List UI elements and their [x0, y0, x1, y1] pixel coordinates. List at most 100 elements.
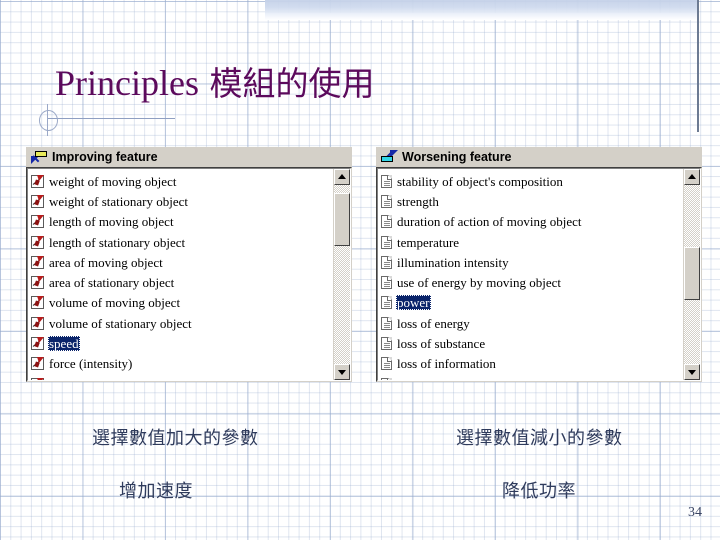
list-item[interactable]: area of moving object — [31, 252, 333, 272]
page-title: Principles 模組的使用 — [55, 60, 374, 107]
worsening-feature-list[interactable]: stability of object's composition streng… — [378, 169, 683, 380]
list-item[interactable]: length of moving object — [31, 212, 333, 232]
list-item-label: use of energy by moving object — [397, 275, 562, 291]
list-item-label: loss of substance — [397, 336, 486, 352]
scroll-up-arrow[interactable] — [334, 169, 350, 185]
scrollbar-thumb[interactable] — [334, 193, 350, 246]
page-title-latin: Principles — [55, 63, 199, 103]
list-item[interactable]: loss of substance — [381, 333, 683, 353]
worsening-feature-header: Worsening feature — [376, 147, 702, 167]
list-item[interactable]: volume of stationary object — [31, 313, 333, 333]
document-icon — [381, 255, 392, 269]
list-item-selected[interactable]: speed — [31, 333, 333, 353]
slide-canvas: Principles 模組的使用 Improving feature weigh… — [0, 0, 720, 540]
document-icon — [381, 316, 392, 330]
worsening-feature-list-body[interactable]: stability of object's composition streng… — [377, 168, 701, 381]
improving-item-icon — [31, 255, 44, 269]
list-item-label: stability of object's composition — [397, 173, 563, 189]
improving-feature-icon — [31, 150, 48, 165]
improving-item-icon — [31, 316, 44, 330]
list-item[interactable]: volume of moving object — [31, 293, 333, 313]
list-item[interactable]: length of stationary object — [31, 232, 333, 252]
document-icon — [381, 235, 392, 249]
document-icon — [381, 337, 392, 351]
left-secondary-caption: 增加速度 — [119, 481, 193, 502]
list-item-label: area of stationary object — [49, 275, 175, 291]
improving-item-icon — [31, 357, 44, 371]
list-item[interactable]: illumination intensity — [381, 252, 683, 272]
list-item-label: volume of moving object — [49, 295, 181, 311]
list-item-label: illumination intensity — [397, 254, 509, 270]
improving-feature-list-body[interactable]: weight of moving object weight of statio… — [27, 168, 351, 381]
improving-item-icon — [31, 215, 44, 229]
list-item-label: power — [396, 295, 431, 311]
document-icon — [381, 174, 392, 188]
improving-feature-listbox[interactable]: weight of moving object weight of statio… — [26, 167, 352, 382]
document-icon — [381, 377, 392, 380]
improving-item-icon — [31, 194, 44, 208]
page-number: 34 — [688, 505, 702, 520]
scroll-down-arrow[interactable] — [334, 364, 350, 380]
list-item[interactable]: use of energy by moving object — [381, 272, 683, 292]
improving-feature-scrollbar[interactable] — [333, 169, 350, 380]
list-item[interactable]: weight of stationary object — [31, 191, 333, 211]
improving-item-icon — [31, 296, 44, 310]
header-band — [265, 0, 697, 13]
list-item[interactable]: stability of object's composition — [381, 171, 683, 191]
scrollbar-thumb[interactable] — [684, 247, 700, 300]
worsening-feature-scrollbar[interactable] — [683, 169, 700, 380]
list-item-label: length of stationary object — [49, 234, 186, 250]
improving-item-icon — [31, 235, 44, 249]
list-item[interactable]: area of stationary object — [31, 272, 333, 292]
list-item[interactable]: loss of information — [381, 354, 683, 374]
right-secondary-caption: 降低功率 — [502, 481, 576, 502]
improving-feature-panel: Improving feature weight of moving objec… — [26, 147, 352, 382]
list-item-label: speed — [48, 336, 80, 352]
list-item-label: strength — [397, 193, 439, 209]
title-underline — [48, 118, 175, 119]
header-vertical-rule — [697, 0, 699, 132]
list-item-label: weight of stationary object — [49, 193, 188, 209]
document-icon — [381, 296, 392, 310]
list-item-label: volume of stationary object — [49, 315, 192, 331]
list-item[interactable]: duration of action of moving object — [381, 212, 683, 232]
list-item[interactable] — [31, 374, 333, 380]
list-item[interactable]: weight of moving object — [31, 171, 333, 191]
list-item-label: weight of moving object — [49, 173, 177, 189]
improving-feature-header: Improving feature — [26, 147, 352, 167]
right-primary-caption: 選擇數值減小的參數 — [456, 428, 623, 449]
improving-item-icon — [31, 337, 44, 351]
scroll-up-arrow[interactable] — [684, 169, 700, 185]
improving-item-icon — [31, 276, 44, 290]
list-item[interactable] — [381, 374, 683, 380]
worsening-feature-icon — [381, 149, 398, 165]
list-item-selected[interactable]: power — [381, 293, 683, 313]
document-icon — [381, 194, 392, 208]
worsening-feature-header-label: Worsening feature — [402, 149, 512, 164]
list-item[interactable]: temperature — [381, 232, 683, 252]
list-item-label: temperature — [397, 234, 460, 250]
list-item-label: area of moving object — [49, 254, 163, 270]
list-item-label: duration of action of moving object — [397, 214, 582, 230]
list-item-label: loss of energy — [397, 315, 470, 331]
list-item[interactable]: force (intensity) — [31, 354, 333, 374]
scroll-down-arrow[interactable] — [684, 364, 700, 380]
worsening-feature-panel: Worsening feature stability of object's … — [376, 147, 702, 382]
left-primary-caption: 選擇數值加大的參數 — [92, 428, 259, 449]
title-circle-decoration — [39, 110, 58, 131]
document-icon — [381, 276, 392, 290]
list-item[interactable]: strength — [381, 191, 683, 211]
improving-item-icon — [31, 174, 44, 188]
improving-item-icon — [31, 377, 44, 380]
improving-feature-header-label: Improving feature — [52, 149, 158, 164]
list-item-label: loss of information — [397, 356, 496, 372]
list-item-label: length of moving object — [49, 214, 174, 230]
page-title-cjk: 模組的使用 — [198, 64, 375, 103]
improving-feature-list[interactable]: weight of moving object weight of statio… — [28, 169, 333, 380]
list-item-label: force (intensity) — [49, 356, 133, 372]
list-item[interactable]: loss of energy — [381, 313, 683, 333]
document-icon — [381, 215, 392, 229]
header-band-fade — [265, 13, 697, 20]
worsening-feature-listbox[interactable]: stability of object's composition streng… — [376, 167, 702, 382]
document-icon — [381, 357, 392, 371]
